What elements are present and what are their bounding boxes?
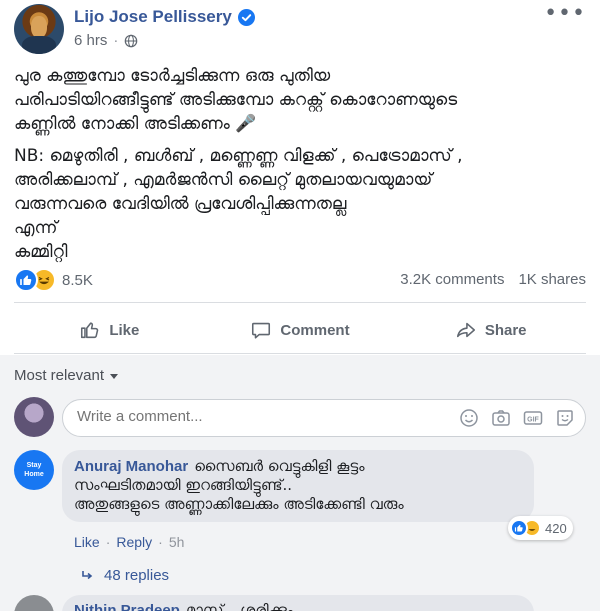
- comments-count[interactable]: 3.2K comments: [400, 271, 504, 288]
- comment-sort-dropdown[interactable]: Most relevant: [14, 367, 119, 384]
- comment-bubble: Anuraj Manohar സൈബർ വെട്ടുകിളി കൂട്ടം സംഘ…: [62, 450, 534, 522]
- post-body: പുര കത്തുമ്പോ ടോർച്ചടിക്കുന്ന ഒരു പുതിയ …: [14, 64, 586, 264]
- shares-count[interactable]: 1K shares: [518, 271, 586, 288]
- next-commenter-name[interactable]: Nithin Pradeep: [74, 602, 180, 611]
- comment-sort-label: Most relevant: [14, 367, 105, 384]
- author-row: Lijo Jose Pellissery: [74, 7, 255, 27]
- reaction-count: 8.5K: [62, 271, 93, 289]
- post-header: Lijo Jose Pellissery 6 hrs · •••: [14, 3, 586, 56]
- next-comment-text: മാസ്ക് ...ശരിക്കും...: [185, 602, 306, 611]
- avatar-coat: [22, 36, 56, 54]
- view-replies-link[interactable]: 48 replies: [80, 567, 169, 584]
- divider-top: [14, 302, 586, 303]
- post-paragraph-1: പുര കത്തുമ്പോ ടോർച്ചടിക്കുന്ന ഒരു പുതിയ …: [14, 66, 458, 134]
- thumbs-up-icon: [81, 322, 99, 339]
- post-time[interactable]: 6 hrs: [74, 32, 107, 49]
- avatar-face: [31, 16, 47, 38]
- replies-count: 48 replies: [104, 567, 170, 584]
- reaction-summary[interactable]: 8.5K: [14, 268, 93, 292]
- commenter-avatar[interactable]: Stay Home: [14, 450, 54, 490]
- more-options-icon[interactable]: •••: [544, 3, 586, 25]
- post-meta: 6 hrs ·: [74, 32, 138, 49]
- commenter-name[interactable]: Anuraj Manohar: [74, 458, 188, 475]
- speech-bubble-icon: [252, 322, 271, 339]
- comment-reactions[interactable]: 420: [508, 516, 573, 540]
- like-label: Like: [109, 321, 140, 339]
- next-comment-bubble: Nithin Pradeep മാസ്ക് ...ശരിക്കും...: [62, 595, 534, 611]
- share-button[interactable]: Share: [395, 309, 586, 351]
- comment-reaction-count: 420: [545, 520, 567, 536]
- verified-badge-icon: [237, 8, 255, 26]
- comment-time[interactable]: 5h: [169, 534, 185, 550]
- action-separator: ·: [158, 534, 163, 550]
- caret-down-icon: [110, 374, 119, 379]
- composer-tools: GIF: [459, 408, 575, 428]
- post-paragraph-2: NB: മെഴുതിരി , ബൾബ് , മണ്ണെണ്ണ വിളക്ക് ,…: [14, 146, 463, 262]
- comment-like-link[interactable]: Like: [74, 534, 100, 550]
- like-button[interactable]: Like: [14, 309, 205, 351]
- commenter-avatar-text: Stay Home: [24, 462, 44, 478]
- comments-section: Most relevant GIF Stay Home Anuraj Manoh…: [0, 355, 600, 611]
- comment-reply-link[interactable]: Reply: [116, 534, 152, 550]
- meta-separator: ·: [113, 32, 119, 49]
- sticker-icon[interactable]: [555, 408, 575, 428]
- smiley-icon[interactable]: [459, 408, 479, 428]
- author-avatar[interactable]: [14, 4, 64, 54]
- comment-label: Comment: [280, 321, 350, 339]
- comment-actions: Like · Reply · 5h: [74, 534, 184, 550]
- next-comment-item: Nithin Pradeep മാസ്ക് ...ശരിക്കും...: [14, 595, 586, 611]
- camera-icon[interactable]: [491, 408, 511, 428]
- next-commenter-avatar[interactable]: [14, 595, 54, 611]
- engagement-counts: 8.5K 3.2K comments 1K shares: [14, 266, 586, 294]
- comment-input[interactable]: [77, 408, 437, 425]
- action-separator: ·: [105, 534, 111, 550]
- comment-share-counts: 3.2K comments 1K shares: [400, 271, 586, 288]
- comment-button[interactable]: Comment: [205, 309, 396, 351]
- reply-arrow-icon: [82, 570, 93, 579]
- author-name[interactable]: Lijo Jose Pellissery: [74, 7, 232, 27]
- globe-icon: [125, 34, 138, 47]
- svg-text:GIF: GIF: [527, 417, 539, 424]
- like-reaction-icon: [14, 268, 38, 292]
- current-user-avatar[interactable]: [14, 397, 54, 437]
- divider-bottom: [14, 353, 586, 354]
- comment-composer[interactable]: GIF: [62, 399, 586, 437]
- share-arrow-icon: [456, 322, 475, 338]
- post-action-bar: Like Comment Share: [14, 309, 586, 351]
- share-label: Share: [484, 321, 527, 339]
- like-reaction-icon: [510, 519, 528, 537]
- gif-icon[interactable]: GIF: [523, 408, 543, 428]
